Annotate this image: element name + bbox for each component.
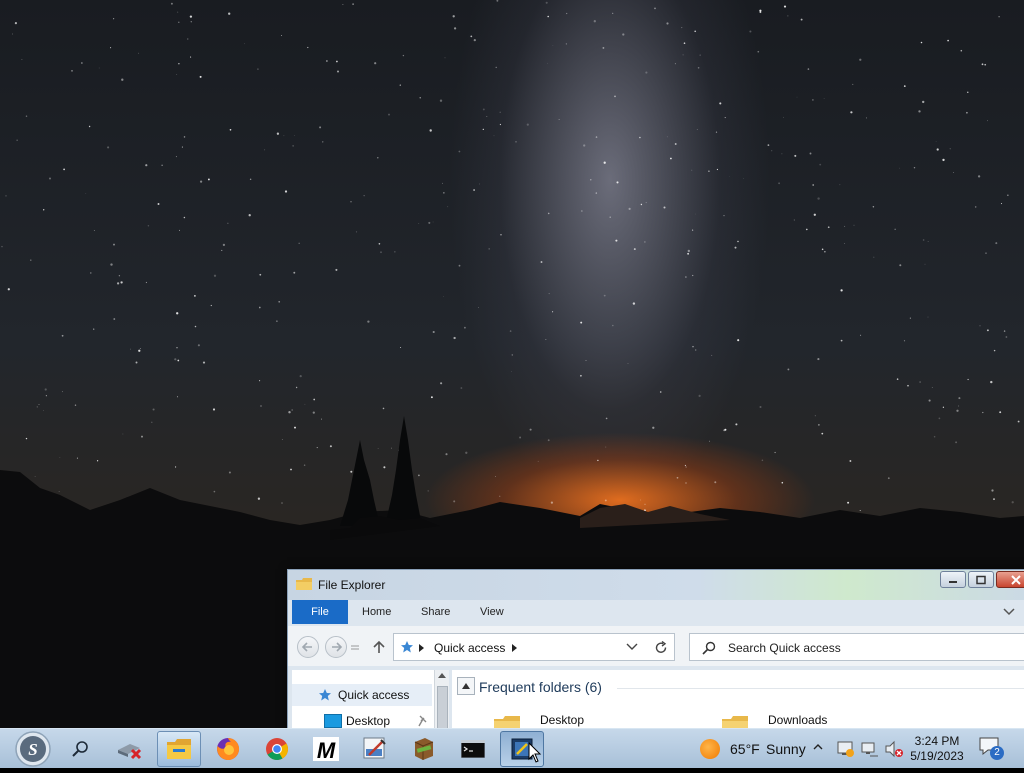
chevron-up-icon[interactable] <box>812 741 824 753</box>
notification-badge: 2 <box>990 746 1004 760</box>
tab-share[interactable]: Share <box>409 600 462 624</box>
close-icon <box>1011 574 1021 585</box>
address-text: Quick access <box>434 641 506 655</box>
search-placeholder: Search Quick access <box>728 641 841 655</box>
archive-icon <box>414 738 434 760</box>
tab-view[interactable]: View <box>468 600 516 624</box>
collapse-section-button[interactable] <box>457 677 475 695</box>
chevron-up-icon <box>462 683 470 689</box>
quick-access-star-icon <box>401 641 413 653</box>
scroll-up-icon[interactable] <box>438 672 446 678</box>
chrome-icon <box>266 738 288 760</box>
folder-label-downloads[interactable]: Downloads <box>768 713 827 727</box>
window-title: File Explorer <box>318 578 386 592</box>
volume-muted-icon[interactable] <box>884 739 904 759</box>
clock-date[interactable]: 5/19/2023 <box>908 749 966 763</box>
desktop-icon <box>324 714 342 728</box>
svg-text:M: M <box>317 738 336 761</box>
maximize-icon <box>976 575 986 584</box>
forward-arrow-icon <box>332 642 343 652</box>
chevron-right-icon[interactable] <box>512 644 518 652</box>
taskbar-app-chrome[interactable] <box>255 731 299 767</box>
address-row: Quick access Search Quick access <box>288 626 1024 666</box>
taskbar-app-winrar[interactable] <box>402 731 446 767</box>
notification-center-button[interactable]: 2 <box>978 736 1008 762</box>
taskbar-app-disconnect-tool[interactable] <box>108 731 152 767</box>
search-icon <box>702 641 716 655</box>
clock-time[interactable]: 3:24 PM <box>912 734 962 748</box>
folder-label-desktop[interactable]: Desktop <box>540 713 584 727</box>
address-bar[interactable]: Quick access <box>393 633 675 661</box>
taskbar-app-image-editor[interactable] <box>353 731 397 767</box>
quick-access-star-icon <box>319 689 331 701</box>
chevron-down-icon[interactable] <box>626 643 638 651</box>
minimize-button[interactable] <box>940 571 966 588</box>
taskbar-app-terminal[interactable] <box>451 731 495 767</box>
mouse-cursor-icon <box>528 742 542 763</box>
start-orb-icon: S <box>15 731 51 767</box>
section-title: Frequent folders (6) <box>479 679 602 695</box>
taskbar-app-m[interactable]: M <box>304 731 348 767</box>
pin-icon <box>418 715 427 727</box>
network-icon[interactable] <box>860 739 880 759</box>
forward-button[interactable] <box>325 636 347 658</box>
folder-icon <box>296 578 312 590</box>
ribbon-tabs: File Home Share View <box>288 600 1024 624</box>
firefox-icon <box>217 737 240 760</box>
tab-home[interactable]: Home <box>350 600 403 624</box>
search-box[interactable]: Search Quick access <box>689 633 1024 661</box>
m-app-icon: M <box>313 737 339 761</box>
back-arrow-icon <box>301 642 312 652</box>
taskbar-app-file-explorer[interactable] <box>157 731 201 767</box>
svg-text:S: S <box>28 740 37 759</box>
file-explorer-window[interactable]: File Explorer File Home Share View Quick… <box>287 569 1024 741</box>
taskbar-search-button[interactable] <box>58 731 102 767</box>
nav-item-desktop[interactable]: Desktop <box>346 714 390 728</box>
network-warning-icon[interactable] <box>836 739 856 759</box>
minimize-icon <box>949 580 957 583</box>
folder-icon <box>167 739 191 759</box>
sun-icon[interactable] <box>700 739 720 759</box>
taskbar: S M 65°F Sunny 3:24 PM 5/19/2023 2 <box>0 728 1024 768</box>
refresh-icon[interactable] <box>654 641 668 655</box>
tab-file[interactable]: File <box>292 600 348 624</box>
nav-item-label: Quick access <box>338 688 410 702</box>
start-button[interactable]: S <box>12 730 54 768</box>
image-editor-icon <box>363 737 386 759</box>
expand-ribbon-icon[interactable] <box>1002 606 1016 618</box>
network-disconnect-icon <box>118 744 142 760</box>
back-button[interactable] <box>297 636 319 658</box>
chevron-right-icon[interactable] <box>419 644 425 652</box>
terminal-icon <box>461 740 485 758</box>
taskbar-app-firefox[interactable] <box>206 731 250 767</box>
maximize-button[interactable] <box>968 571 994 588</box>
nav-item-quick-access[interactable]: Quick access <box>292 684 432 706</box>
up-arrow-icon[interactable] <box>371 639 387 655</box>
section-divider <box>617 688 1024 689</box>
title-bar[interactable]: File Explorer <box>288 570 1024 600</box>
search-icon <box>72 741 88 757</box>
recent-locations-icon[interactable] <box>350 643 360 653</box>
weather-condition[interactable]: Sunny <box>766 741 806 757</box>
close-button[interactable] <box>996 571 1024 588</box>
weather-temperature[interactable]: 65°F <box>730 741 760 757</box>
